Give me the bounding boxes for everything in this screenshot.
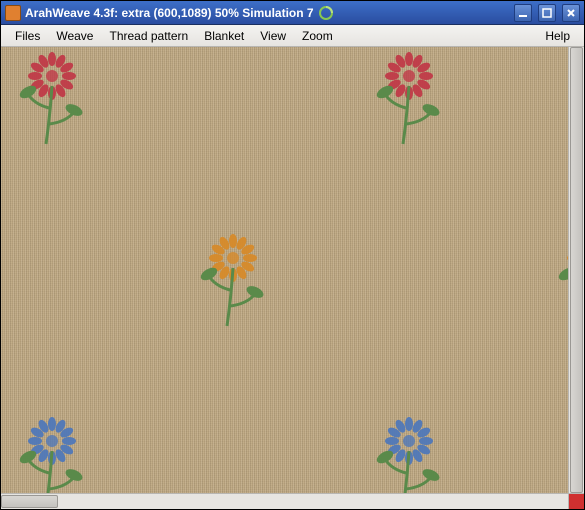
fabric-simulation xyxy=(1,47,568,493)
minimize-icon xyxy=(518,8,528,18)
menu-files[interactable]: Files xyxy=(7,27,48,45)
application-window: ArahWeave 4.3f: extra (600,1089) 50% Sim… xyxy=(0,0,585,510)
menu-help[interactable]: Help xyxy=(537,27,578,45)
window-title: ArahWeave 4.3f: extra (600,1089) 50% Sim… xyxy=(25,6,314,20)
status-color-indicator xyxy=(568,494,584,509)
menubar: Files Weave Thread pattern Blanket View … xyxy=(1,25,584,47)
close-icon xyxy=(566,8,576,18)
maximize-icon xyxy=(542,8,552,18)
titlebar[interactable]: ArahWeave 4.3f: extra (600,1089) 50% Sim… xyxy=(1,1,584,25)
vertical-scrollbar[interactable] xyxy=(568,47,584,493)
vertical-scroll-thumb[interactable] xyxy=(570,47,583,493)
menu-view[interactable]: View xyxy=(252,27,294,45)
app-icon xyxy=(5,5,21,21)
content-area xyxy=(1,47,584,509)
close-button[interactable] xyxy=(562,4,580,22)
menu-thread-pattern[interactable]: Thread pattern xyxy=(101,27,196,45)
distro-swirl-icon xyxy=(318,5,334,21)
horizontal-scrollbar[interactable] xyxy=(1,494,568,509)
menu-weave[interactable]: Weave xyxy=(48,27,101,45)
maximize-button[interactable] xyxy=(538,4,556,22)
menu-zoom[interactable]: Zoom xyxy=(294,27,341,45)
weave-canvas[interactable] xyxy=(1,47,568,493)
horizontal-scroll-thumb[interactable] xyxy=(1,495,58,508)
minimize-button[interactable] xyxy=(514,4,532,22)
menu-blanket[interactable]: Blanket xyxy=(196,27,252,45)
